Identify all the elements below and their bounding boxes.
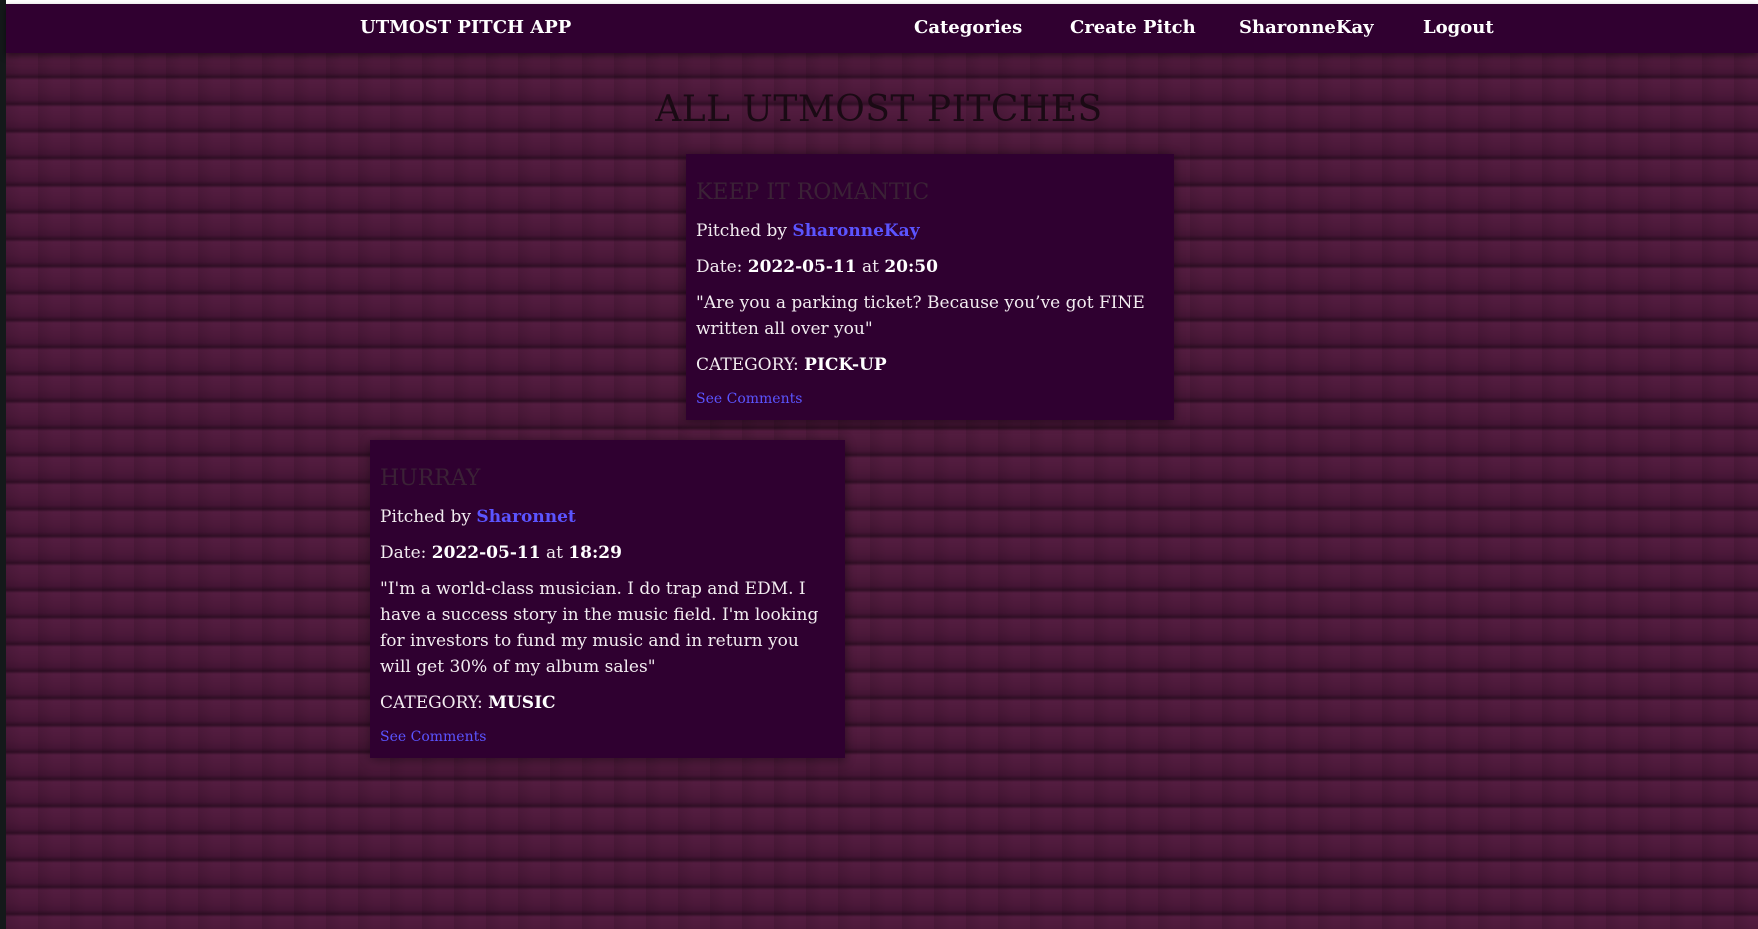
pitch-title: KEEP IT ROMANTIC [696, 180, 930, 205]
nav-create-pitch-link[interactable]: Create Pitch [1070, 17, 1196, 39]
category-label: CATEGORY: [696, 355, 799, 375]
pitch-category: PICK-UP [804, 355, 887, 375]
pitched-by-label: Pitched by [696, 221, 788, 241]
page-title: ALL UTMOST PITCHES [655, 89, 1103, 130]
pitch-time: 20:50 [884, 257, 938, 277]
pitch-body: "I'm a world-class musician. I do trap a… [380, 579, 819, 677]
navbar: UTMOST PITCH APP Categories Create Pitch… [6, 4, 1758, 53]
pitch-author-link[interactable]: Sharonnet [476, 507, 575, 527]
pitch-date: 2022-05-11 [747, 257, 857, 277]
pitched-by-label: Pitched by [380, 507, 472, 527]
pitch-category-line: CATEGORY: MUSIC [380, 690, 835, 716]
see-comments-link[interactable]: See Comments [696, 391, 802, 407]
date-label: Date: [696, 257, 743, 277]
date-label: Date: [380, 543, 427, 563]
nav-categories-link[interactable]: Categories [914, 17, 1022, 39]
pitch-title: HURRAY [380, 466, 481, 491]
pitch-date: 2022-05-11 [431, 543, 541, 563]
pitch-category-line: CATEGORY: PICK-UP [696, 352, 1164, 378]
pitch-author-line: Pitched by Sharonnet [380, 504, 835, 530]
pitch-body: "Are you a parking ticket? Because you’v… [696, 293, 1145, 339]
pitch-date-line: Date: 2022-05-11 at 18:29 [380, 540, 835, 566]
brand-link[interactable]: UTMOST PITCH APP [360, 17, 571, 39]
pitch-time: 18:29 [568, 543, 622, 563]
pitch-author-line: Pitched by SharonneKay [696, 218, 1164, 244]
nav-logout-link[interactable]: Logout [1423, 17, 1494, 39]
pitch-card: HURRAY Pitched by Sharonnet Date: 2022-0… [370, 440, 845, 758]
category-label: CATEGORY: [380, 693, 483, 713]
at-label: at [545, 543, 563, 563]
pitch-card: KEEP IT ROMANTIC Pitched by SharonneKay … [686, 154, 1174, 420]
pitch-category: MUSIC [488, 693, 556, 713]
see-comments-link[interactable]: See Comments [380, 729, 486, 745]
at-label: at [861, 257, 879, 277]
pitch-author-link[interactable]: SharonneKay [792, 221, 919, 241]
pitch-date-line: Date: 2022-05-11 at 20:50 [696, 254, 1164, 280]
nav-user-profile-link[interactable]: SharonneKay [1239, 17, 1374, 39]
